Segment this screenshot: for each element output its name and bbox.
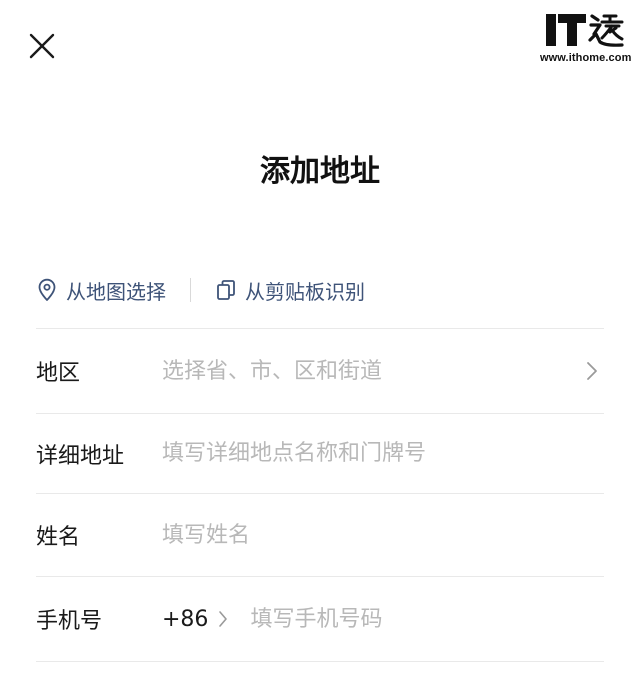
name-label: 姓名 — [36, 525, 81, 550]
close-button[interactable] — [26, 30, 58, 62]
recognize-from-clipboard-label: 从剪贴板识别 — [245, 279, 365, 304]
name-row: 姓名 — [36, 494, 604, 576]
watermark-url: www.ithome.com — [540, 52, 632, 64]
detail-address-row: 详细地址 — [36, 414, 604, 493]
close-icon — [29, 33, 55, 59]
country-code-value: +86 — [162, 606, 209, 632]
detail-address-label: 详细地址 — [36, 443, 125, 469]
location-pin-icon — [38, 278, 56, 301]
region-input[interactable] — [162, 351, 604, 391]
phone-label: 手机号 — [36, 609, 103, 634]
phone-row: 手机号 +86 — [36, 577, 604, 661]
phone-input[interactable] — [250, 599, 604, 639]
select-from-map-button[interactable]: 从地图选择 — [36, 276, 166, 305]
select-from-map-label: 从地图选择 — [66, 279, 166, 304]
divider — [36, 661, 604, 662]
region-label: 地区 — [36, 361, 81, 386]
chevron-right-icon — [219, 611, 228, 627]
recognize-from-clipboard-button[interactable]: 从剪贴板识别 — [215, 276, 365, 305]
address-form: 地区 详细地址 姓名 手机号 +86 — [36, 328, 604, 662]
quick-actions-divider — [190, 278, 191, 302]
page-title: 添加地址 — [260, 154, 380, 189]
name-input[interactable] — [162, 515, 604, 555]
chevron-right-icon — [587, 362, 597, 380]
watermark: www.ithome.com — [540, 12, 632, 64]
country-code-select[interactable]: +86 — [162, 607, 228, 632]
quick-actions-bar: 从地图选择 从剪贴板识别 — [36, 272, 365, 308]
copy-icon — [217, 280, 235, 300]
region-row[interactable]: 地区 — [36, 329, 604, 413]
ithome-logo — [546, 14, 624, 47]
detail-address-input[interactable] — [162, 433, 604, 474]
